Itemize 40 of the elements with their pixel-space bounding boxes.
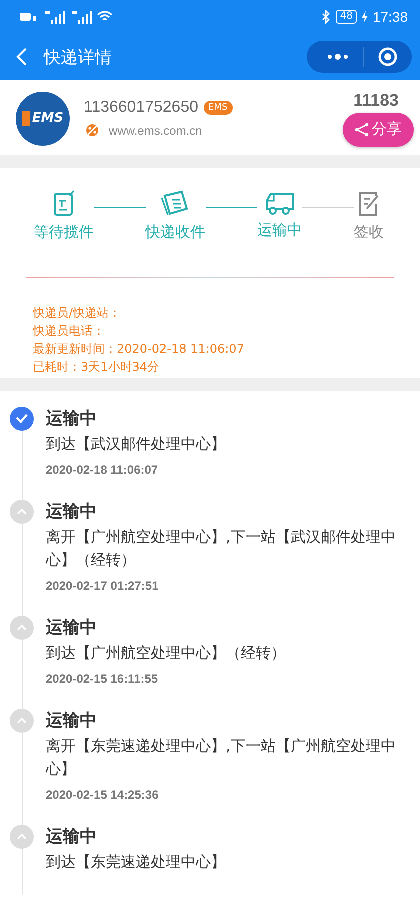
phone-number[interactable]: 11183	[354, 90, 414, 110]
step-label: 签收	[354, 223, 384, 242]
clock: 17:38	[372, 9, 408, 25]
step-label: 运输中	[257, 221, 302, 240]
event-status: 运输中	[46, 501, 98, 524]
event-status: 运输中	[46, 408, 98, 431]
more-icon[interactable]	[327, 53, 349, 61]
info-line: 最新更新时间：2020-02-18 11:06:07	[33, 341, 246, 358]
back-icon[interactable]	[16, 47, 28, 67]
event-time: 2020-02-15 16:11:55	[46, 671, 160, 688]
event-detail: 到达【广州航空处理中心】（经转）	[46, 643, 286, 664]
step-label: 等待揽件	[34, 223, 94, 242]
event-status: 运输中	[46, 617, 98, 640]
event-time: 2020-02-18 11:06:07	[46, 462, 160, 479]
courier-logo: EMS	[16, 92, 70, 146]
share-icon	[355, 122, 369, 136]
network-hd-icon	[20, 12, 38, 22]
battery-level: 48	[336, 10, 357, 24]
charging-icon	[362, 11, 368, 23]
info-line: 快递员/快递站：	[33, 305, 122, 322]
signal-icon	[70, 10, 92, 24]
share-button[interactable]: 分享	[343, 112, 414, 146]
page-title: 快递详情	[44, 46, 113, 68]
bluetooth-icon	[322, 10, 332, 24]
event-time: 2020-02-15 14:25:36	[46, 787, 160, 804]
info-line: 快递员电话：	[33, 323, 106, 340]
signal-icon	[43, 10, 65, 24]
wifi-icon	[97, 11, 113, 23]
tracking-number: 1136601752650	[84, 99, 198, 117]
step-label: 快递收件	[146, 223, 206, 242]
event-detail: 离开【广州航空处理中心】,下一站【武汉邮件处理中心】（经转）	[46, 527, 397, 571]
event-detail: 到达【武汉邮件处理中心】	[46, 434, 226, 455]
event-status: 运输中	[46, 826, 98, 849]
event-time: 2020-02-17 01:27:51	[46, 578, 160, 595]
event-detail: 到达【东莞速递处理中心】	[46, 852, 226, 873]
event-detail: 离开【东莞速递处理中心】,下一站【广州航空处理中心】	[46, 736, 397, 780]
info-line: 已耗时：3天1小时34分	[33, 359, 161, 376]
website-link[interactable]: www.ems.com.cn	[109, 124, 202, 138]
event-status: 运输中	[46, 710, 98, 733]
courier-badge: EMS	[204, 101, 233, 115]
